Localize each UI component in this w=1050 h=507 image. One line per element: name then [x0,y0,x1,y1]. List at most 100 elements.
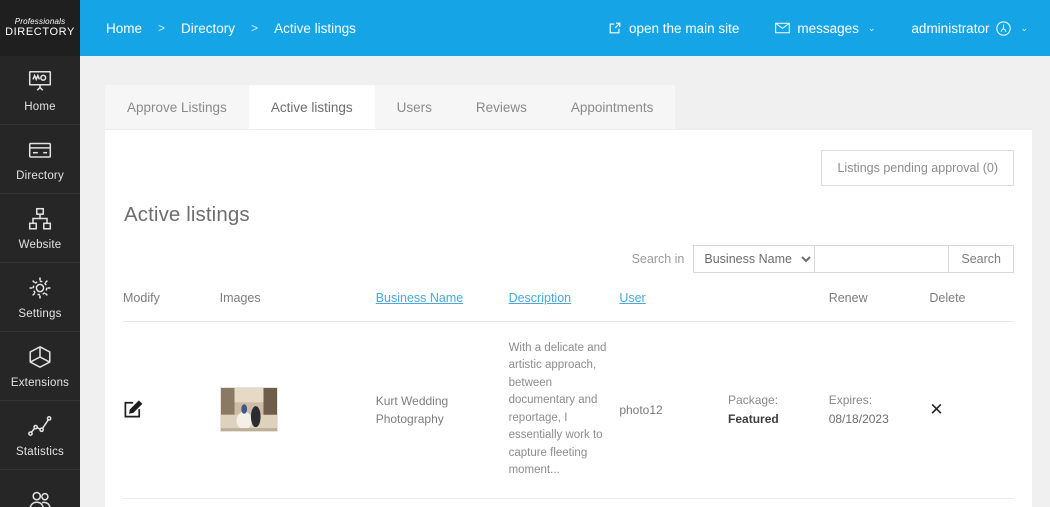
pending-approval-row: Listings pending approval (0) [123,130,1014,186]
listing-thumbnail[interactable] [219,387,278,433]
cell-delete: ✕ [929,498,1014,507]
sidebar-item-home[interactable]: Home [0,56,80,125]
listings-pending-approval-button[interactable]: Listings pending approval (0) [821,150,1014,186]
administrator-menu[interactable]: administrator ⌄ [911,21,1028,36]
sidebar: Professionals DIRECTORY Home Directory W… [0,0,80,507]
cell-package: Package: Standard [728,498,829,507]
cell-expires: Expires: 08/18/2023 [828,321,930,499]
package-label: Package: [728,392,779,407]
tab-active-listings[interactable]: Active listings [248,85,375,129]
cell-expires: Expires: 08/18/2023 [828,498,930,507]
column-header-description: Description [508,285,620,322]
listings-table: Modify Images Business Name Description … [123,285,1014,507]
cell-user: photo12 [619,321,729,499]
sort-link-user[interactable]: User [619,291,645,305]
panel-body: Listings pending approval (0) Active lis… [105,130,1032,507]
table-row: Kurt Wedding Photography With a delicate… [123,321,1014,499]
sidebar-item-label: Settings [18,307,62,320]
cell-package: Package: Featured [728,321,829,499]
cell-user: kate [619,498,729,507]
sidebar-item-users[interactable] [0,470,80,507]
envelope-icon [775,22,791,34]
expires-label: Expires: [828,392,873,407]
app-root: Professionals DIRECTORY Home Directory W… [0,0,1050,507]
close-x-icon[interactable]: ✕ [929,400,943,419]
chevron-down-icon: ⌄ [867,22,876,33]
content-wrapper: Approve Listings Active listings Users R… [80,56,1050,507]
column-header-user: User [619,285,729,322]
breadcrumb: Home > Directory > Active listings [106,21,356,36]
sidebar-item-directory[interactable]: Directory [0,125,80,194]
search-button[interactable]: Search [949,245,1014,273]
brand-line1: Professionals [14,17,66,27]
cell-modify [123,498,220,507]
expires-value: 08/18/2023 [828,411,889,426]
cell-modify [123,321,220,499]
cell-business-name: Professional dog walker [375,498,509,507]
cell-description: With a delicate and artistic approach, b… [508,321,620,499]
messages-label: messages [797,20,859,36]
sidebar-item-label: Extensions [10,376,70,389]
messages-menu[interactable]: messages ⌄ [775,21,875,36]
card-icon [27,137,53,163]
open-main-site-label: open the main site [629,20,740,36]
tab-bar: Approve Listings Active listings Users R… [105,85,1032,130]
sidebar-item-label: Website [18,238,62,251]
main-area: Home > Directory > Active listings open … [80,0,1050,507]
sidebar-item-statistics[interactable]: Statistics [0,401,80,470]
table-body: Kurt Wedding Photography With a delicate… [123,321,1014,507]
search-bar: Search in Business Name Description User… [123,227,1014,285]
sitemap-icon [27,206,53,232]
table-header-row: Modify Images Business Name Description … [123,285,1014,322]
column-header-images: Images [219,285,376,322]
breadcrumb-item-directory[interactable]: Directory [181,21,235,36]
user-circle-icon [996,20,1012,36]
sidebar-item-website[interactable]: Website [0,194,80,263]
sidebar-item-settings[interactable]: Settings [0,263,80,332]
business-name-text: Kurt Wedding Photography [375,393,449,426]
page-title: Active listings [124,203,250,226]
column-header-package [728,285,829,322]
column-header-business-name: Business Name [375,285,509,322]
presentation-icon [27,68,53,94]
column-header-delete: Delete [929,285,1014,322]
cell-business-name: Kurt Wedding Photography [375,321,509,499]
open-main-site-link[interactable]: open the main site [608,21,739,36]
external-link-icon [608,21,622,35]
tab-reviews[interactable]: Reviews [453,85,549,129]
brand-logo[interactable]: Professionals DIRECTORY [0,0,80,56]
breadcrumb-item-active-listings[interactable]: Active listings [274,21,356,36]
top-bar: Home > Directory > Active listings open … [80,0,1050,56]
breadcrumb-separator: > [251,21,259,35]
line-chart-icon [27,413,53,439]
column-header-modify: Modify [123,285,220,322]
tab-appointments[interactable]: Appointments [548,85,676,129]
tab-users[interactable]: Users [374,85,454,129]
cell-delete: ✕ [929,321,1014,499]
sort-link-description[interactable]: Description [509,291,572,305]
table-head: Modify Images Business Name Description … [123,285,1014,322]
search-field-select[interactable]: Business Name Description User [693,245,816,273]
breadcrumb-separator: > [158,21,166,35]
administrator-label: administrator [911,20,990,36]
gear-icon [27,275,53,301]
content-panel: Approve Listings Active listings Users R… [105,85,1032,507]
edit-square-icon[interactable] [123,398,144,419]
package-value: Featured [728,411,779,426]
sidebar-item-extensions[interactable]: Extensions [0,332,80,401]
column-header-renew: Renew [828,285,930,322]
brand-line2: DIRECTORY [5,26,75,39]
users-icon [27,488,53,507]
sidebar-item-label: Statistics [15,445,64,458]
search-in-label: Search in [631,252,685,266]
description-text: With a delicate and artistic approach, b… [508,342,607,477]
table-row: Professional dog walker The ideal soluti… [123,498,1014,507]
user-text: photo12 [619,402,663,417]
sort-link-business-name[interactable]: Business Name [376,291,464,305]
search-input[interactable] [815,245,950,273]
tab-approve-listings[interactable]: Approve Listings [105,85,249,129]
breadcrumb-item-home[interactable]: Home [106,21,142,36]
chevron-down-icon: ⌄ [1020,22,1028,33]
top-bar-actions: open the main site messages ⌄ administra… [608,21,1028,36]
cube-icon [27,344,53,370]
